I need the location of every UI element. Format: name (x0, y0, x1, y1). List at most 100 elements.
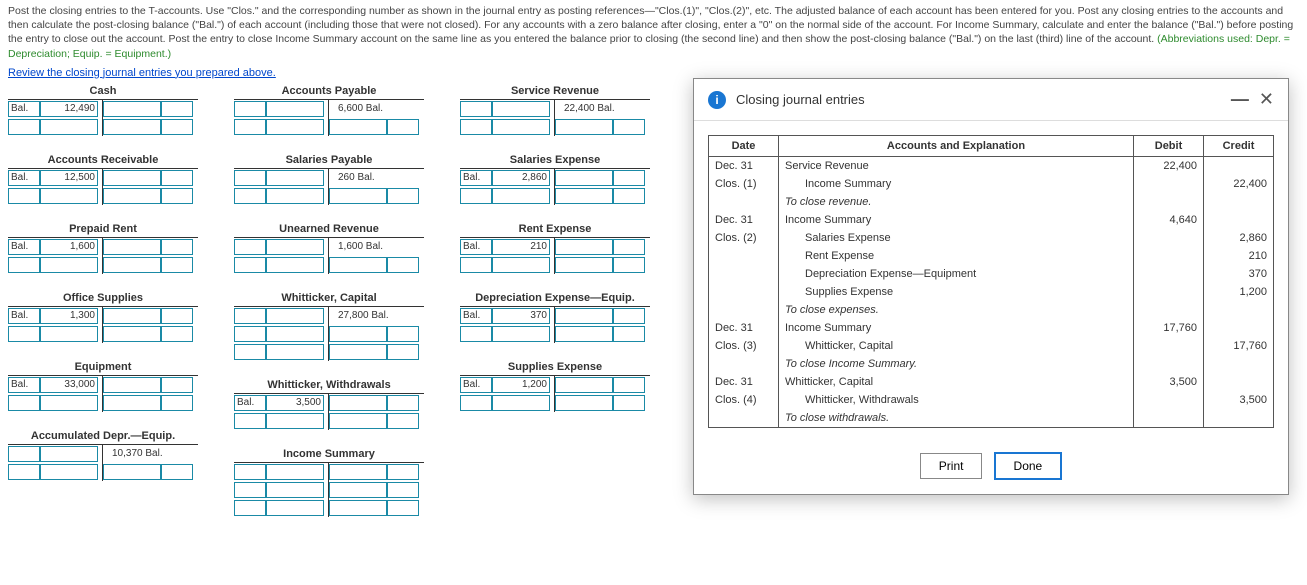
ref-input[interactable]: Bal. (8, 239, 40, 255)
ref-input[interactable] (460, 101, 492, 117)
ref-input[interactable] (234, 239, 266, 255)
amount-input[interactable] (266, 500, 324, 516)
ref-input[interactable] (161, 326, 193, 342)
ref-input[interactable] (234, 500, 266, 516)
ref-input[interactable] (613, 257, 645, 273)
ref-input[interactable] (234, 413, 266, 429)
ref-input[interactable] (8, 119, 40, 135)
ref-input[interactable] (234, 482, 266, 498)
ref-input[interactable] (387, 500, 419, 516)
ref-input[interactable]: Bal. (460, 377, 492, 393)
ref-input[interactable]: Bal. (460, 170, 492, 186)
ref-input[interactable] (613, 188, 645, 204)
ref-input[interactable] (8, 326, 40, 342)
amount-input[interactable]: 12,500 (40, 170, 98, 186)
ref-input[interactable] (460, 257, 492, 273)
ref-input[interactable]: Bal. (460, 308, 492, 324)
amount-input[interactable] (555, 308, 613, 324)
ref-input[interactable] (8, 446, 40, 462)
amount-input[interactable] (40, 446, 98, 462)
ref-input[interactable] (387, 188, 419, 204)
close-icon[interactable]: ✕ (1259, 89, 1274, 110)
ref-input[interactable] (161, 101, 193, 117)
ref-input[interactable] (387, 257, 419, 273)
amount-input[interactable] (266, 101, 324, 117)
ref-input[interactable] (613, 395, 645, 411)
amount-input[interactable] (103, 377, 161, 393)
amount-input[interactable] (103, 464, 161, 480)
ref-input[interactable] (613, 326, 645, 342)
ref-input[interactable] (8, 257, 40, 273)
amount-input[interactable] (555, 239, 613, 255)
ref-input[interactable] (387, 464, 419, 480)
ref-input[interactable] (234, 464, 266, 480)
amount-input[interactable] (40, 326, 98, 342)
amount-input[interactable] (103, 395, 161, 411)
amount-input[interactable] (40, 464, 98, 480)
ref-input[interactable] (387, 413, 419, 429)
ref-input[interactable] (387, 395, 419, 411)
amount-input[interactable] (103, 326, 161, 342)
amount-input[interactable] (266, 188, 324, 204)
amount-input[interactable]: 3,500 (266, 395, 324, 411)
ref-input[interactable] (8, 188, 40, 204)
amount-input[interactable] (329, 344, 387, 360)
ref-input[interactable] (387, 119, 419, 135)
amount-input[interactable] (555, 119, 613, 135)
amount-input[interactable] (555, 377, 613, 393)
amount-input[interactable] (555, 326, 613, 342)
ref-input[interactable] (234, 344, 266, 360)
amount-input[interactable] (266, 308, 324, 324)
ref-input[interactable]: Bal. (8, 170, 40, 186)
amount-input[interactable] (492, 101, 550, 117)
amount-input[interactable] (40, 119, 98, 135)
ref-input[interactable] (613, 308, 645, 324)
amount-input[interactable] (103, 188, 161, 204)
amount-input[interactable] (492, 326, 550, 342)
ref-input[interactable]: Bal. (234, 395, 266, 411)
ref-input[interactable] (161, 464, 193, 480)
ref-input[interactable]: Bal. (8, 308, 40, 324)
amount-input[interactable]: 1,600 (40, 239, 98, 255)
ref-input[interactable] (234, 308, 266, 324)
ref-input[interactable] (613, 119, 645, 135)
ref-input[interactable] (161, 119, 193, 135)
ref-input[interactable] (161, 188, 193, 204)
amount-input[interactable] (40, 395, 98, 411)
ref-input[interactable]: Bal. (8, 101, 40, 117)
ref-input[interactable] (234, 170, 266, 186)
amount-input[interactable]: 210 (492, 239, 550, 255)
ref-input[interactable]: Bal. (8, 377, 40, 393)
ref-input[interactable] (460, 119, 492, 135)
print-button[interactable]: Print (920, 453, 983, 479)
ref-input[interactable]: Bal. (460, 239, 492, 255)
amount-input[interactable] (266, 257, 324, 273)
ref-input[interactable] (161, 377, 193, 393)
amount-input[interactable] (555, 257, 613, 273)
amount-input[interactable] (103, 119, 161, 135)
amount-input[interactable] (266, 170, 324, 186)
amount-input[interactable] (492, 395, 550, 411)
ref-input[interactable] (460, 326, 492, 342)
ref-input[interactable] (234, 119, 266, 135)
amount-input[interactable] (329, 413, 387, 429)
ref-input[interactable] (161, 239, 193, 255)
ref-input[interactable] (161, 395, 193, 411)
amount-input[interactable] (266, 464, 324, 480)
amount-input[interactable] (329, 326, 387, 342)
amount-input[interactable] (329, 482, 387, 498)
amount-input[interactable] (266, 239, 324, 255)
ref-input[interactable] (387, 326, 419, 342)
amount-input[interactable] (266, 413, 324, 429)
amount-input[interactable] (266, 482, 324, 498)
amount-input[interactable] (266, 326, 324, 342)
amount-input[interactable]: 12,490 (40, 101, 98, 117)
ref-input[interactable] (613, 170, 645, 186)
amount-input[interactable] (103, 257, 161, 273)
ref-input[interactable] (8, 464, 40, 480)
amount-input[interactable] (492, 188, 550, 204)
amount-input[interactable] (266, 119, 324, 135)
ref-input[interactable] (387, 482, 419, 498)
ref-input[interactable] (460, 188, 492, 204)
amount-input[interactable] (492, 257, 550, 273)
